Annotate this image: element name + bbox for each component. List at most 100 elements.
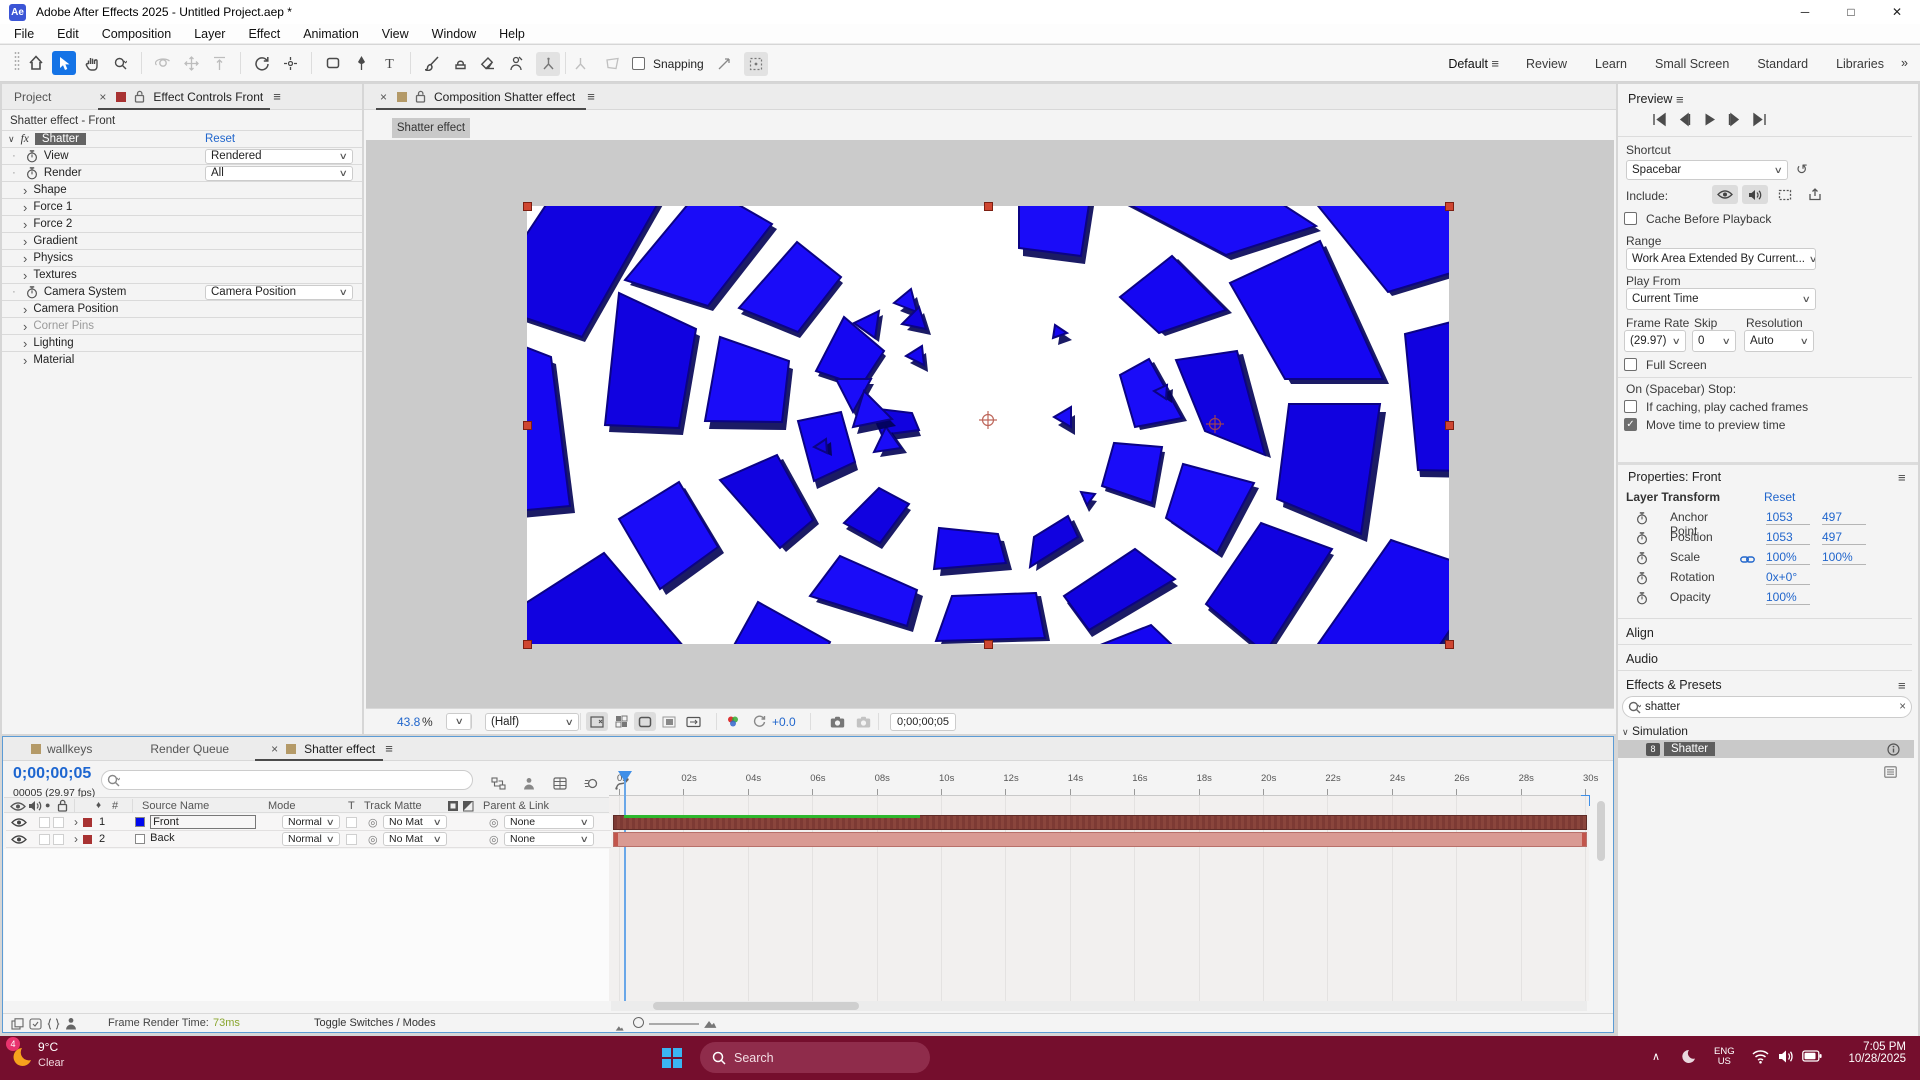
layer-name[interactable]: Front [150,815,256,829]
eraser-tool-icon[interactable] [476,51,500,75]
solo-cell[interactable] [39,817,50,828]
transform-value-x[interactable]: 1053 [1766,510,1810,525]
link-icon[interactable] [1740,553,1755,567]
reset-shortcut-icon[interactable]: ↺ [1796,161,1808,178]
effect-reset-button[interactable]: Reset [205,133,235,145]
preserve-transparency-cell[interactable] [346,834,357,845]
chevron-right-icon[interactable]: › [23,268,27,283]
stopwatch-icon[interactable] [1636,552,1648,568]
menu-window[interactable]: Window [428,27,480,41]
chevron-down-icon[interactable]: ∨ [8,134,15,145]
full-screen-checkbox[interactable] [1624,358,1637,371]
hand-tool-icon[interactable] [80,51,104,75]
volume-icon[interactable] [1778,1049,1794,1064]
region-of-interest-icon[interactable] [658,712,680,731]
unlock-icon[interactable] [134,90,145,103]
stopwatch-icon[interactable] [1636,592,1648,608]
selection-handle[interactable] [984,640,993,649]
solo-column-icon[interactable]: ● [45,800,50,810]
selection-tool-icon[interactable] [52,51,76,75]
chevron-right-icon[interactable]: › [23,302,27,317]
move-time-checkbox[interactable]: ✓ [1624,418,1637,431]
shortcut-dropdown[interactable]: Spacebar∨ [1626,160,1788,180]
effects-presets-menu-icon[interactable]: ≡ [1898,678,1905,693]
column-parent-link[interactable]: Parent & Link [483,800,549,812]
close-button[interactable]: ✕ [1874,0,1920,24]
frame-rate-dropdown[interactable]: (29.97)∨ [1624,330,1686,352]
workspace-small-screen[interactable]: Small Screen [1655,57,1729,71]
workspace-overflow-button[interactable]: » [1901,56,1908,70]
pixel-aspect-icon[interactable] [682,712,704,731]
align-edges-icon[interactable] [568,52,592,76]
color-channels-icon[interactable] [722,712,744,731]
play-button[interactable] [1702,112,1717,130]
expand-layers-icon[interactable] [9,1016,25,1031]
tab-effect-controls[interactable]: Effect Controls Front [153,90,263,104]
menu-help[interactable]: Help [495,27,529,41]
transparency-grid-icon[interactable] [610,712,632,731]
transform-value-y[interactable]: 497 [1822,530,1866,545]
chevron-right-icon[interactable]: › [23,234,27,249]
stopwatch-icon[interactable] [26,167,38,180]
pick-whip-icon[interactable]: ◎ [368,816,378,829]
dolly-camera-tool-icon[interactable] [207,51,231,75]
marker-icon[interactable] [63,1016,79,1031]
property-dropdown-view[interactable]: Rendered∨ [205,149,353,164]
timeline-zoom-slider[interactable] [615,1016,725,1032]
horizontal-scrollbar[interactable] [611,1001,1587,1011]
choose-grid-guides-icon[interactable] [586,712,608,731]
video-column-icon[interactable] [10,801,26,812]
lock-cell[interactable] [53,817,64,828]
maximize-button[interactable]: □ [1828,0,1874,24]
selection-handle[interactable] [984,202,993,211]
tab-project[interactable]: Project [14,90,51,104]
parent-pick-whip-icon[interactable]: ◎ [489,816,499,829]
effect-header-shatter[interactable]: ∨ fx Shatter Reset [2,130,362,147]
minimize-button[interactable]: ─ [1782,0,1828,24]
menu-edit[interactable]: Edit [53,27,83,41]
chevron-right-icon[interactable]: › [23,336,27,351]
tray-expand-icon[interactable]: ∧ [1652,1050,1660,1063]
column-source-name[interactable]: Source Name [142,800,209,812]
home-tool-icon[interactable] [24,51,48,75]
effects-search-input[interactable]: shatter × [1622,696,1912,718]
tab-composition[interactable]: Composition Shatter effect [434,90,575,104]
selection-handle[interactable] [523,421,532,430]
layer-row-front[interactable]: › 1 Front Normal∨ ◎ No Mat∨ ◎ None∨ [6,814,611,831]
export-icon[interactable] [1802,185,1828,204]
brush-tool-icon[interactable] [420,51,444,75]
flip-icon[interactable] [462,800,474,812]
workspace-standard[interactable]: Standard [1757,57,1808,71]
show-snapshot-icon[interactable] [852,712,874,731]
snapping-checkbox[interactable] [632,57,645,70]
selection-handle[interactable] [1445,202,1454,211]
next-frame-button[interactable] [1727,112,1742,130]
panel-menu-icon[interactable]: ≡ [385,741,392,756]
audio-column-icon[interactable] [28,800,42,812]
workspace-review[interactable]: Review [1526,57,1567,71]
audio-section[interactable]: Audio [1626,652,1658,666]
text-tool-icon[interactable]: T [377,51,401,75]
transform-value-x[interactable]: 1053 [1766,530,1810,545]
layer-swatch[interactable] [135,834,145,844]
motion-blur-icon[interactable] [579,771,603,795]
label-column-icon[interactable]: ♦ [96,800,101,811]
blend-mode-dropdown[interactable]: Normal∨ [282,832,340,846]
layer-visibility-eye-icon[interactable] [11,834,27,845]
layer-name[interactable]: Back [150,832,174,846]
layer-label-color[interactable] [83,818,92,827]
viewer-tab-shatter-effect[interactable]: Shatter effect [392,118,470,138]
selection-handle[interactable] [523,640,532,649]
composition-image-shatter[interactable] [527,206,1449,644]
tab-render-queue[interactable]: Render Queue [150,742,229,756]
frame-blending-icon[interactable] [548,771,572,795]
chevron-right-icon[interactable]: › [23,353,27,368]
workspace-default[interactable]: Default ≡ [1448,56,1498,71]
track-matte-dropdown[interactable]: No Mat∨ [383,832,447,846]
menu-animation[interactable]: Animation [299,27,363,41]
playhead-marker[interactable] [618,771,632,782]
stopwatch-icon[interactable] [1636,572,1648,588]
transform-value-x[interactable]: 0x+0° [1766,570,1810,585]
tab-close-icon[interactable]: × [99,90,106,104]
clone-stamp-tool-icon[interactable] [448,51,472,75]
